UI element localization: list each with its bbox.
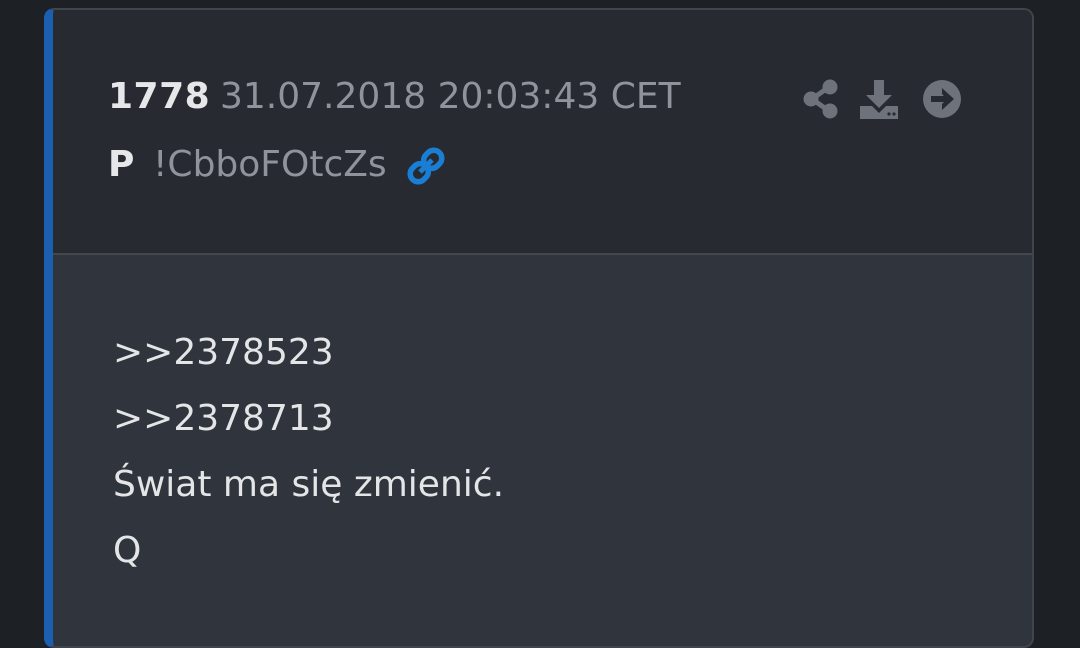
post-text-line: Świat ma się zmienić. bbox=[113, 464, 505, 505]
author-name: P bbox=[108, 144, 135, 185]
share-icon[interactable] bbox=[801, 78, 843, 120]
arrow-circle-right-icon[interactable] bbox=[921, 78, 963, 120]
post-body: >>2378523 >>2378713 Świat ma się zmienić… bbox=[113, 320, 504, 584]
post-timestamp: 31.07.2018 20:03:43 CET bbox=[220, 76, 681, 117]
post-reply-link[interactable]: >>2378713 bbox=[113, 386, 504, 452]
post-signature: Q bbox=[113, 530, 142, 571]
link-icon[interactable] bbox=[403, 143, 449, 189]
post-card: 1778 31.07.2018 20:03:43 CET P !CbboFOtc… bbox=[44, 8, 1034, 648]
post-header: 1778 31.07.2018 20:03:43 CET P !CbboFOtc… bbox=[53, 10, 1032, 255]
post-reply-link[interactable]: >>2378523 bbox=[113, 320, 504, 386]
download-icon[interactable] bbox=[858, 78, 900, 120]
post-number[interactable]: 1778 bbox=[108, 76, 210, 117]
tripcode: !CbboFOtcZs bbox=[153, 144, 387, 185]
